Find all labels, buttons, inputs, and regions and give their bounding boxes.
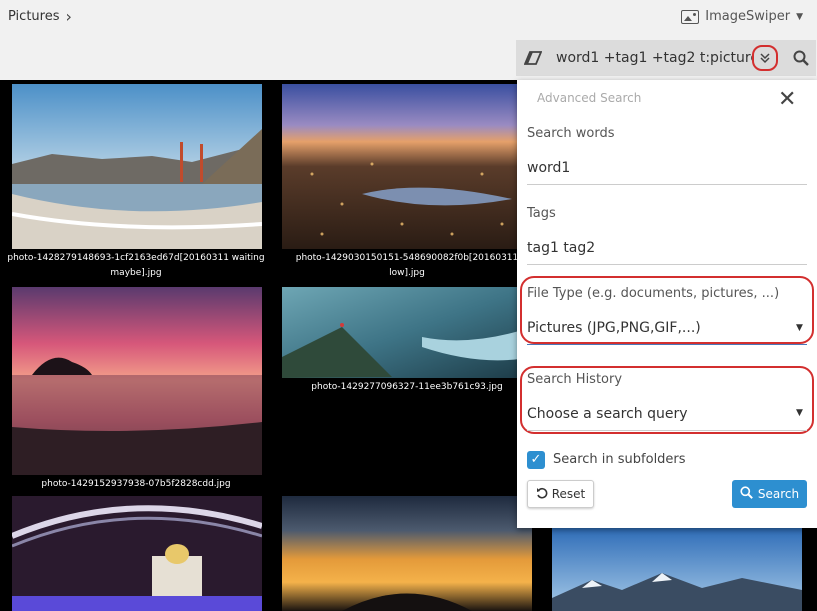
eraser-icon[interactable] — [516, 51, 550, 65]
photo-caption: photo-1428279148693-1cf2163ed67d[2016031… — [7, 253, 265, 278]
subfolders-checkbox[interactable]: ✓ — [527, 451, 545, 469]
search-button[interactable]: Search — [732, 480, 807, 508]
search-icon — [740, 486, 753, 502]
search-query[interactable]: word1 +tag1 +tag2 t:picture — [550, 50, 752, 66]
divider — [527, 184, 807, 185]
reset-button[interactable]: Reset — [527, 480, 594, 508]
photo-thumbnail[interactable] — [12, 496, 262, 611]
photo-caption: photo-1429277096327-11ee3b761c93.jpg — [311, 382, 503, 392]
breadcrumb-pictures[interactable]: Pictures — [8, 9, 59, 24]
photo-thumbnail[interactable] — [12, 287, 262, 475]
chevron-right-icon: › — [65, 6, 72, 26]
breadcrumb[interactable]: Pictures › — [8, 6, 72, 26]
divider — [527, 344, 807, 345]
photo-thumbnail[interactable] — [12, 84, 262, 249]
caret-down-icon[interactable]: ▼ — [796, 408, 803, 418]
divider — [527, 264, 807, 265]
advanced-search-toggle-icon[interactable] — [752, 45, 778, 71]
tags-field[interactable]: tag1 tag2 — [527, 240, 595, 256]
subfolders-label: Search in subfolders — [553, 452, 686, 467]
app-menu[interactable]: ImageSwiper ▼ — [681, 9, 803, 24]
photo-caption: photo-1429152937938-07b5f2828cdd.jpg — [41, 479, 231, 489]
photo-thumbnail[interactable] — [282, 287, 532, 378]
search-history-label: Search History — [527, 372, 623, 387]
panel-title: Advanced Search — [537, 91, 642, 105]
search-label: Search — [757, 487, 800, 501]
file-type-label: File Type (e.g. documents, pictures, ...… — [527, 286, 780, 301]
photo-thumbnail[interactable] — [552, 528, 802, 611]
search-words-field[interactable]: word1 — [527, 160, 570, 176]
search-bar: word1 +tag1 +tag2 t:picture — [516, 40, 816, 76]
close-icon[interactable]: ✕ — [778, 89, 796, 111]
photo-thumbnail[interactable] — [282, 84, 532, 249]
photo-thumbnail[interactable] — [282, 496, 532, 611]
caret-down-icon[interactable]: ▼ — [796, 323, 803, 333]
reset-label: Reset — [551, 487, 586, 501]
photo-caption: photo-1429030150151-548690082f0b[2016031… — [295, 253, 519, 278]
app-name: ImageSwiper — [705, 9, 791, 24]
caret-down-icon: ▼ — [796, 11, 803, 22]
search-icon[interactable] — [786, 50, 816, 66]
undo-icon — [536, 487, 548, 502]
file-type-select[interactable]: Pictures (JPG,PNG,GIF,...) — [527, 320, 701, 336]
search-history-select[interactable]: Choose a search query — [527, 406, 688, 422]
divider — [527, 430, 807, 431]
advanced-search-panel: Advanced Search ✕ Search words word1 Tag… — [517, 80, 817, 528]
image-icon — [681, 9, 700, 24]
search-words-label: Search words — [527, 126, 615, 141]
tags-label: Tags — [527, 206, 556, 221]
top-bar: Pictures › ImageSwiper ▼ word1 +tag1 +ta… — [0, 0, 817, 80]
